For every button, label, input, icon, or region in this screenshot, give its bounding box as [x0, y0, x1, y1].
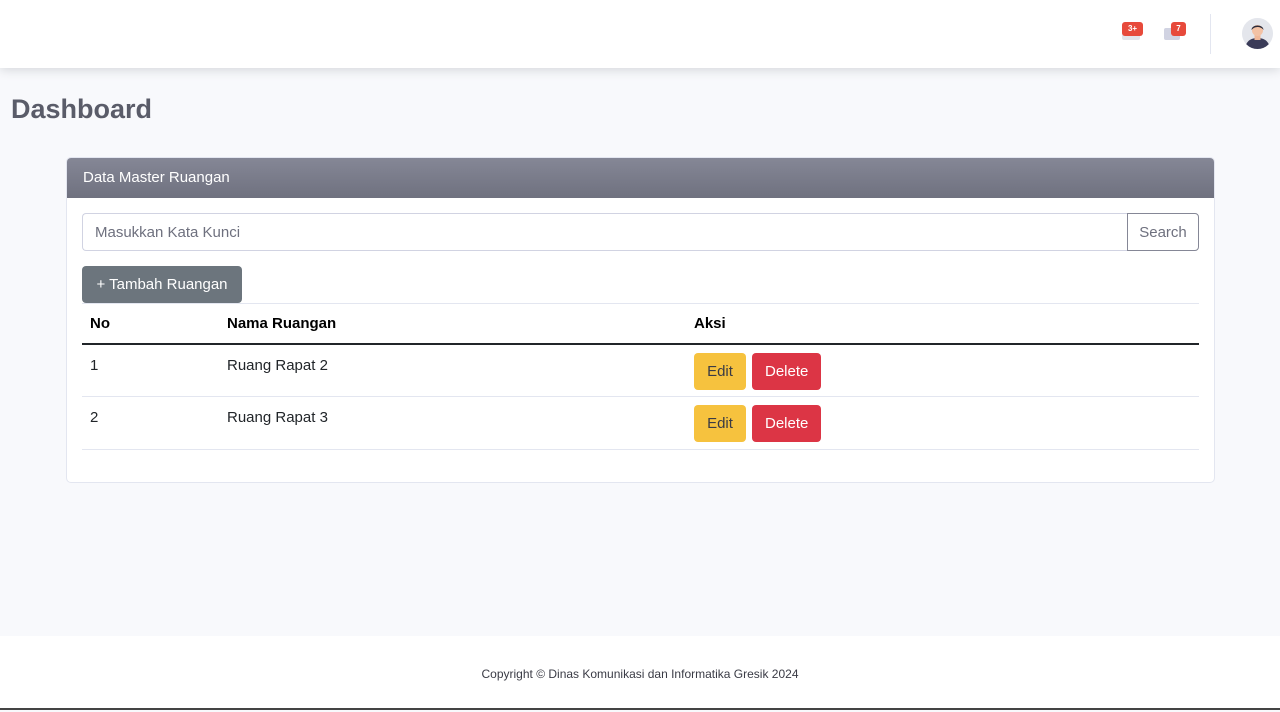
copyright-text: Copyright © Dinas Komunikasi dan Informa…: [481, 667, 799, 681]
row-no: 2: [90, 409, 99, 426]
delete-button[interactable]: Delete: [752, 352, 822, 390]
topbar: 3+ 7: [0, 0, 1280, 68]
user-avatar-icon[interactable]: [1242, 18, 1273, 49]
column-header-nama: Nama Ruangan: [227, 314, 337, 332]
edit-button[interactable]: Edit: [694, 352, 746, 390]
column-header-aksi: Aksi: [694, 314, 726, 332]
table-header-row: No Nama Ruangan Aksi: [82, 303, 1199, 344]
alerts-badge: 3+: [1122, 22, 1143, 36]
row-no: 1: [90, 356, 99, 374]
add-room-button[interactable]: + Tambah Ruangan: [82, 266, 242, 303]
topbar-divider: [1210, 14, 1211, 54]
footer: Copyright © Dinas Komunikasi dan Informa…: [0, 636, 1280, 710]
data-master-card: Data Master Ruangan Search + Tambah Ruan…: [66, 157, 1215, 483]
search-group: Search: [82, 213, 1199, 251]
table-row: 2 Ruang Rapat 3 Edit Delete: [82, 397, 1199, 450]
column-header-no: No: [90, 314, 110, 332]
row-nama-ruangan: Ruang Rapat 2: [227, 356, 328, 374]
row-nama-ruangan: Ruang Rapat 3: [227, 409, 328, 426]
rooms-table: No Nama Ruangan Aksi 1 Ruang Rapat 2 Edi…: [82, 303, 1199, 450]
edit-button[interactable]: Edit: [694, 405, 746, 442]
delete-button[interactable]: Delete: [752, 405, 822, 442]
messages-badge: 7: [1171, 22, 1186, 36]
row-actions: Edit Delete: [686, 397, 1199, 450]
page-title: Dashboard: [11, 94, 153, 124]
search-button[interactable]: Search: [1127, 213, 1199, 251]
row-actions: Edit Delete: [686, 344, 1199, 397]
table-row: 1 Ruang Rapat 2 Edit Delete: [82, 344, 1199, 397]
card-header: Data Master Ruangan: [67, 158, 1214, 198]
search-input[interactable]: [82, 213, 1128, 251]
